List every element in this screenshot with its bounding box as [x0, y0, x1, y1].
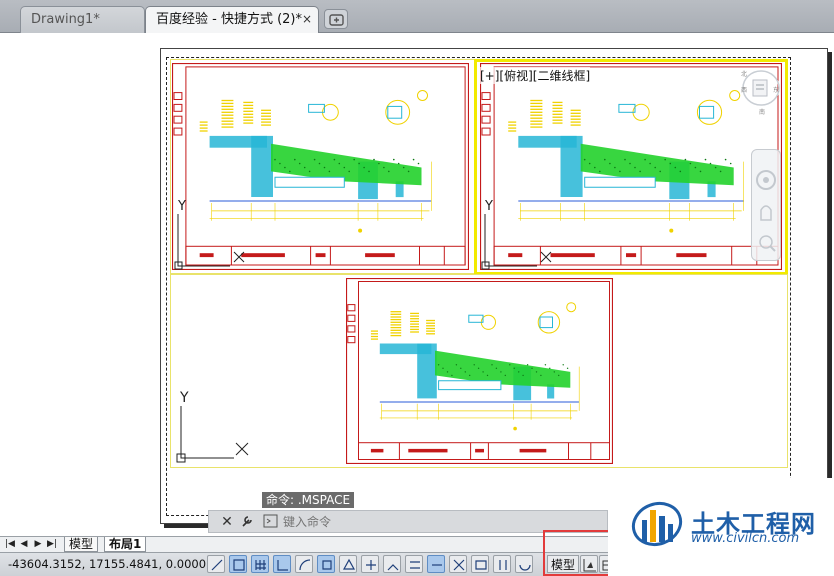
command-prompt-icon[interactable]: [263, 514, 279, 530]
prev-layout-button[interactable]: ◀: [18, 538, 30, 551]
object-snap-tracking-icon[interactable]: [361, 555, 379, 573]
ucs-icon: Y: [176, 390, 249, 463]
watermark-url: www.civilcn.com: [691, 531, 800, 546]
drawing-sheet-3: [346, 278, 613, 464]
lineweight-icon[interactable]: [427, 555, 445, 573]
tab-drawing1[interactable]: Drawing1*: [20, 6, 145, 33]
ucs-icon: Y: [481, 199, 552, 270]
watermark-logo: 土木工程网 www.civilcn.com: [608, 478, 834, 576]
tab-layout1[interactable]: 布局1: [104, 537, 147, 552]
polar-tracking-icon[interactable]: [295, 555, 313, 573]
svg-text:东: 东: [773, 86, 779, 94]
tab-label: Drawing1*: [31, 12, 100, 27]
wrench-icon[interactable]: [239, 514, 255, 530]
svg-text:南: 南: [759, 108, 765, 116]
dynamic-ucs-icon[interactable]: [383, 555, 401, 573]
svg-text:Y: Y: [177, 199, 186, 214]
tab-label: 百度经验 - 快捷方式 (2)*: [156, 12, 303, 27]
quick-view-layouts-icon[interactable]: [580, 555, 598, 573]
last-layout-button[interactable]: ▶|: [46, 538, 58, 551]
close-icon[interactable]: ×: [302, 7, 312, 32]
navigation-bar[interactable]: [751, 149, 781, 261]
grid-display-icon[interactable]: [251, 555, 269, 573]
command-input[interactable]: [283, 513, 583, 531]
first-layout-button[interactable]: |◀: [4, 538, 16, 551]
snap-mode-icon[interactable]: [229, 555, 247, 573]
document-tab-bar: Drawing1* 百度经验 - 快捷方式 (2)* ×: [0, 0, 834, 33]
civilcn-logo-icon: [631, 501, 683, 547]
ortho-mode-icon[interactable]: [273, 555, 291, 573]
coordinate-readout: -43604.3152, 17155.4841, 0.0000: [8, 557, 207, 571]
viewport-label[interactable]: [+][俯视][二维线框]: [480, 67, 591, 84]
svg-text:西: 西: [741, 87, 747, 94]
steering-wheel-icon[interactable]: [752, 150, 780, 260]
3d-object-snap-icon[interactable]: [339, 555, 357, 573]
quick-properties-icon[interactable]: [471, 555, 489, 573]
svg-text:北: 北: [741, 70, 747, 78]
dynamic-input-icon[interactable]: [405, 555, 423, 573]
next-layout-button[interactable]: ▶: [32, 538, 44, 551]
tab-baidu-shortcut[interactable]: 百度经验 - 快捷方式 (2)* ×: [145, 6, 319, 33]
object-snap-icon[interactable]: [317, 555, 335, 573]
tab-model[interactable]: 模型: [64, 537, 99, 552]
close-icon[interactable]: ✕: [219, 514, 235, 530]
new-drawing-icon: [329, 14, 344, 26]
command-history: 命令: .MSPACE: [262, 492, 355, 508]
transparency-icon[interactable]: [449, 555, 467, 573]
svg-text:Y: Y: [179, 390, 189, 406]
viewcube-icon[interactable]: 北 西 东 南: [735, 68, 781, 128]
ucs-icon: Y: [174, 199, 245, 270]
selection-cycling-icon[interactable]: [493, 555, 511, 573]
model-space-button[interactable]: 模型: [547, 555, 580, 573]
new-tab-button[interactable]: [324, 9, 348, 29]
svg-text:Y: Y: [484, 199, 493, 214]
annotation-monitor-icon[interactable]: [515, 555, 533, 573]
infer-constraints-icon[interactable]: [207, 555, 225, 573]
